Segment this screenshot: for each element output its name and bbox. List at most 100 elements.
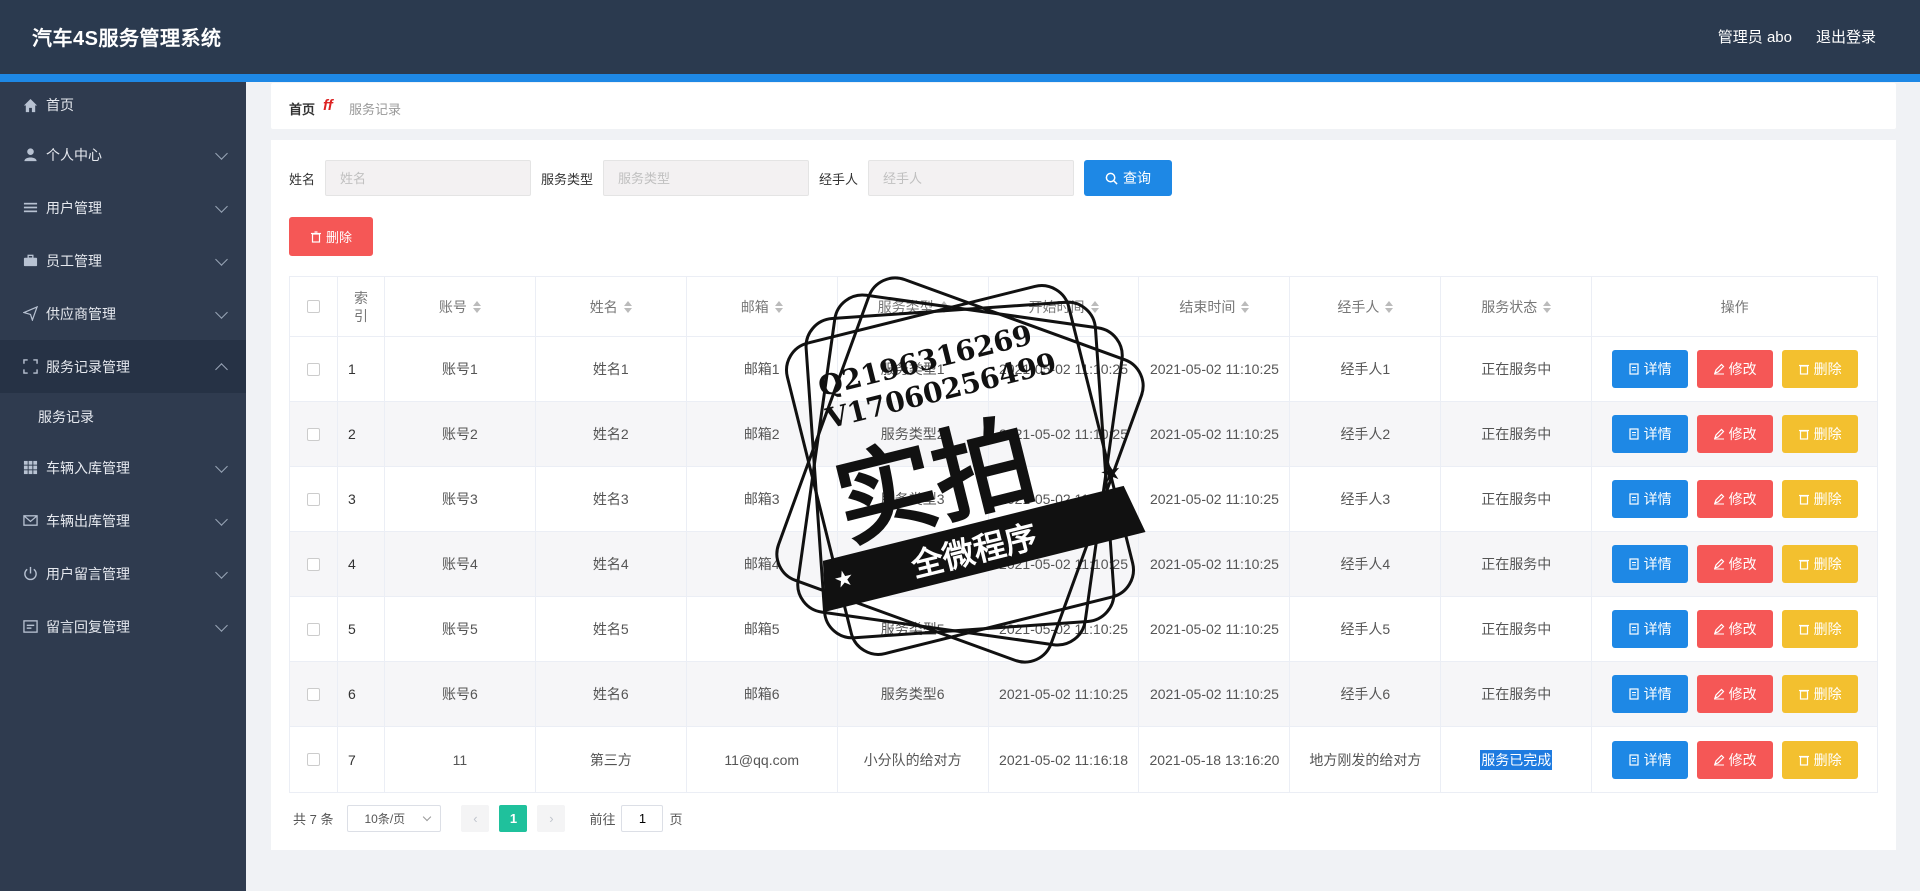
edit-button[interactable]: 修改 <box>1696 675 1773 713</box>
edit-button[interactable]: 修改 <box>1696 545 1773 583</box>
delete-button[interactable]: 删除 <box>1781 480 1858 518</box>
logout-link[interactable]: 退出登录 <box>1816 26 1876 47</box>
delete-label: 删除 <box>1813 621 1842 637</box>
page-size-select[interactable]: 10条/页 <box>347 804 442 832</box>
cell-account: 账号3 <box>385 467 536 531</box>
header-account[interactable]: 账号 <box>385 277 536 336</box>
next-page-button[interactable]: › <box>537 804 566 832</box>
edit-button[interactable]: 修改 <box>1696 740 1773 779</box>
page-number-active[interactable]: 1 <box>499 804 528 832</box>
edit-icon <box>1713 493 1724 505</box>
row-checkbox[interactable] <box>306 427 320 441</box>
header-status-label: 服务状态 <box>1481 298 1538 315</box>
sidebar-item-personal[interactable]: 个人中心 <box>0 128 246 181</box>
detail-button[interactable]: 详情 <box>1611 350 1688 388</box>
breadcrumb-separator-icon: ff <box>323 97 333 114</box>
row-checkbox[interactable] <box>306 687 320 701</box>
sort-icon[interactable] <box>1543 300 1552 313</box>
detail-button[interactable]: 详情 <box>1611 610 1688 648</box>
chevron-down-icon <box>215 147 228 160</box>
sidebar-item-label: 留言回复管理 <box>46 618 130 635</box>
detail-button[interactable]: 详情 <box>1611 675 1688 713</box>
cell-start: 2021-05-02 11:16:18 <box>989 727 1140 792</box>
row-checkbox[interactable] <box>306 362 320 376</box>
detail-button[interactable]: 详情 <box>1611 480 1688 518</box>
header-name[interactable]: 姓名 <box>536 277 687 336</box>
cell-name: 姓名3 <box>536 467 687 531</box>
sort-icon[interactable] <box>1241 300 1250 313</box>
query-button-label: 查询 <box>1123 170 1152 186</box>
header-end-time[interactable]: 结束时间 <box>1139 277 1291 336</box>
cell-email: 邮箱5 <box>687 597 838 661</box>
batch-delete-button[interactable]: 删除 <box>289 217 373 256</box>
select-all-checkbox[interactable] <box>306 300 320 313</box>
header-status[interactable]: 服务状态 <box>1441 277 1593 336</box>
sidebar-item-staff[interactable]: 员工管理 <box>0 234 246 287</box>
row-checkbox[interactable] <box>306 753 320 766</box>
cell-account-text: 账号5 <box>442 621 478 637</box>
sort-icon[interactable] <box>1385 300 1394 313</box>
delete-button[interactable]: 删除 <box>1781 545 1858 583</box>
cell-handler: 经手人2 <box>1290 402 1442 466</box>
delete-button[interactable]: 删除 <box>1781 415 1858 453</box>
edit-button[interactable]: 修改 <box>1696 415 1773 453</box>
cell-status: 正在服务中 <box>1441 597 1593 661</box>
row-checkbox[interactable] <box>306 557 320 571</box>
sidebar-item-vehicle-out[interactable]: 车辆出库管理 <box>0 494 246 547</box>
cell-name-text: 第三方 <box>589 751 632 768</box>
breadcrumb-home[interactable]: 首页 <box>289 99 315 118</box>
row-checkbox[interactable] <box>306 492 320 506</box>
row-checkbox[interactable] <box>306 622 320 636</box>
cell-type: 服务类型2 <box>838 402 989 466</box>
sidebar-item-home[interactable]: 首页 <box>0 82 246 128</box>
delete-button[interactable]: 删除 <box>1781 350 1858 388</box>
prev-page-button[interactable]: ‹ <box>461 804 490 832</box>
edit-button[interactable]: 修改 <box>1696 350 1773 388</box>
sidebar-item-suppliers[interactable]: 供应商管理 <box>0 287 246 340</box>
delete-button[interactable]: 删除 <box>1781 610 1858 648</box>
cell-type: 服务类型4 <box>838 532 989 596</box>
cell-type-text: 服务类型4 <box>880 556 945 572</box>
edit-button[interactable]: 修改 <box>1696 480 1773 518</box>
header-start-time[interactable]: 开始时间 <box>989 277 1140 336</box>
sidebar-item-message-replies[interactable]: 留言回复管理 <box>0 600 246 653</box>
header-email[interactable]: 邮箱 <box>687 277 838 336</box>
cell-status: 正在服务中 <box>1441 467 1593 531</box>
header-handler[interactable]: 经手人 <box>1290 277 1442 336</box>
cell-status-text: 正在服务中 <box>1481 361 1552 377</box>
header-actions: 操作 <box>1592 277 1877 336</box>
sidebar-item-service-records[interactable]: 服务记录管理 <box>0 340 246 393</box>
sort-icon[interactable] <box>774 300 783 313</box>
row-checkbox-cell <box>290 597 338 661</box>
cell-type-text: 服务类型5 <box>880 621 945 637</box>
handler-input[interactable] <box>868 160 1075 196</box>
name-input[interactable] <box>325 160 532 196</box>
edit-button[interactable]: 修改 <box>1696 610 1773 648</box>
service-type-label: 服务类型 <box>541 171 594 187</box>
detail-button[interactable]: 详情 <box>1611 545 1688 583</box>
sort-icon[interactable] <box>1090 300 1099 313</box>
cell-end: 2021-05-02 11:10:25 <box>1139 597 1291 661</box>
sort-icon[interactable] <box>939 300 948 313</box>
sidebar-subitem-service-record[interactable]: 服务记录 <box>0 393 246 441</box>
sidebar-item-vehicle-in[interactable]: 车辆入库管理 <box>0 441 246 494</box>
query-button[interactable]: 查询 <box>1084 160 1173 196</box>
cell-handler: 经手人3 <box>1290 467 1442 531</box>
delete-button[interactable]: 删除 <box>1781 675 1858 713</box>
service-type-input[interactable] <box>603 160 810 196</box>
sort-icon[interactable] <box>472 300 481 313</box>
delete-button[interactable]: 删除 <box>1781 740 1858 779</box>
header-service-type[interactable]: 服务类型 <box>838 277 989 336</box>
delete-label: 删除 <box>1813 686 1842 702</box>
sidebar-item-users[interactable]: 用户管理 <box>0 181 246 234</box>
detail-label: 详情 <box>1643 361 1672 377</box>
sidebar-item-user-messages[interactable]: 用户留言管理 <box>0 547 246 600</box>
detail-button[interactable]: 详情 <box>1611 415 1688 453</box>
chevron-down-icon <box>215 460 228 473</box>
cell-account-text: 11 <box>452 751 468 768</box>
detail-button[interactable]: 详情 <box>1611 740 1688 779</box>
cell-status-text: 正在服务中 <box>1481 491 1552 507</box>
sort-icon[interactable] <box>623 300 632 313</box>
goto-page-input[interactable] <box>621 804 664 832</box>
sidebar-item-label: 供应商管理 <box>46 305 116 322</box>
